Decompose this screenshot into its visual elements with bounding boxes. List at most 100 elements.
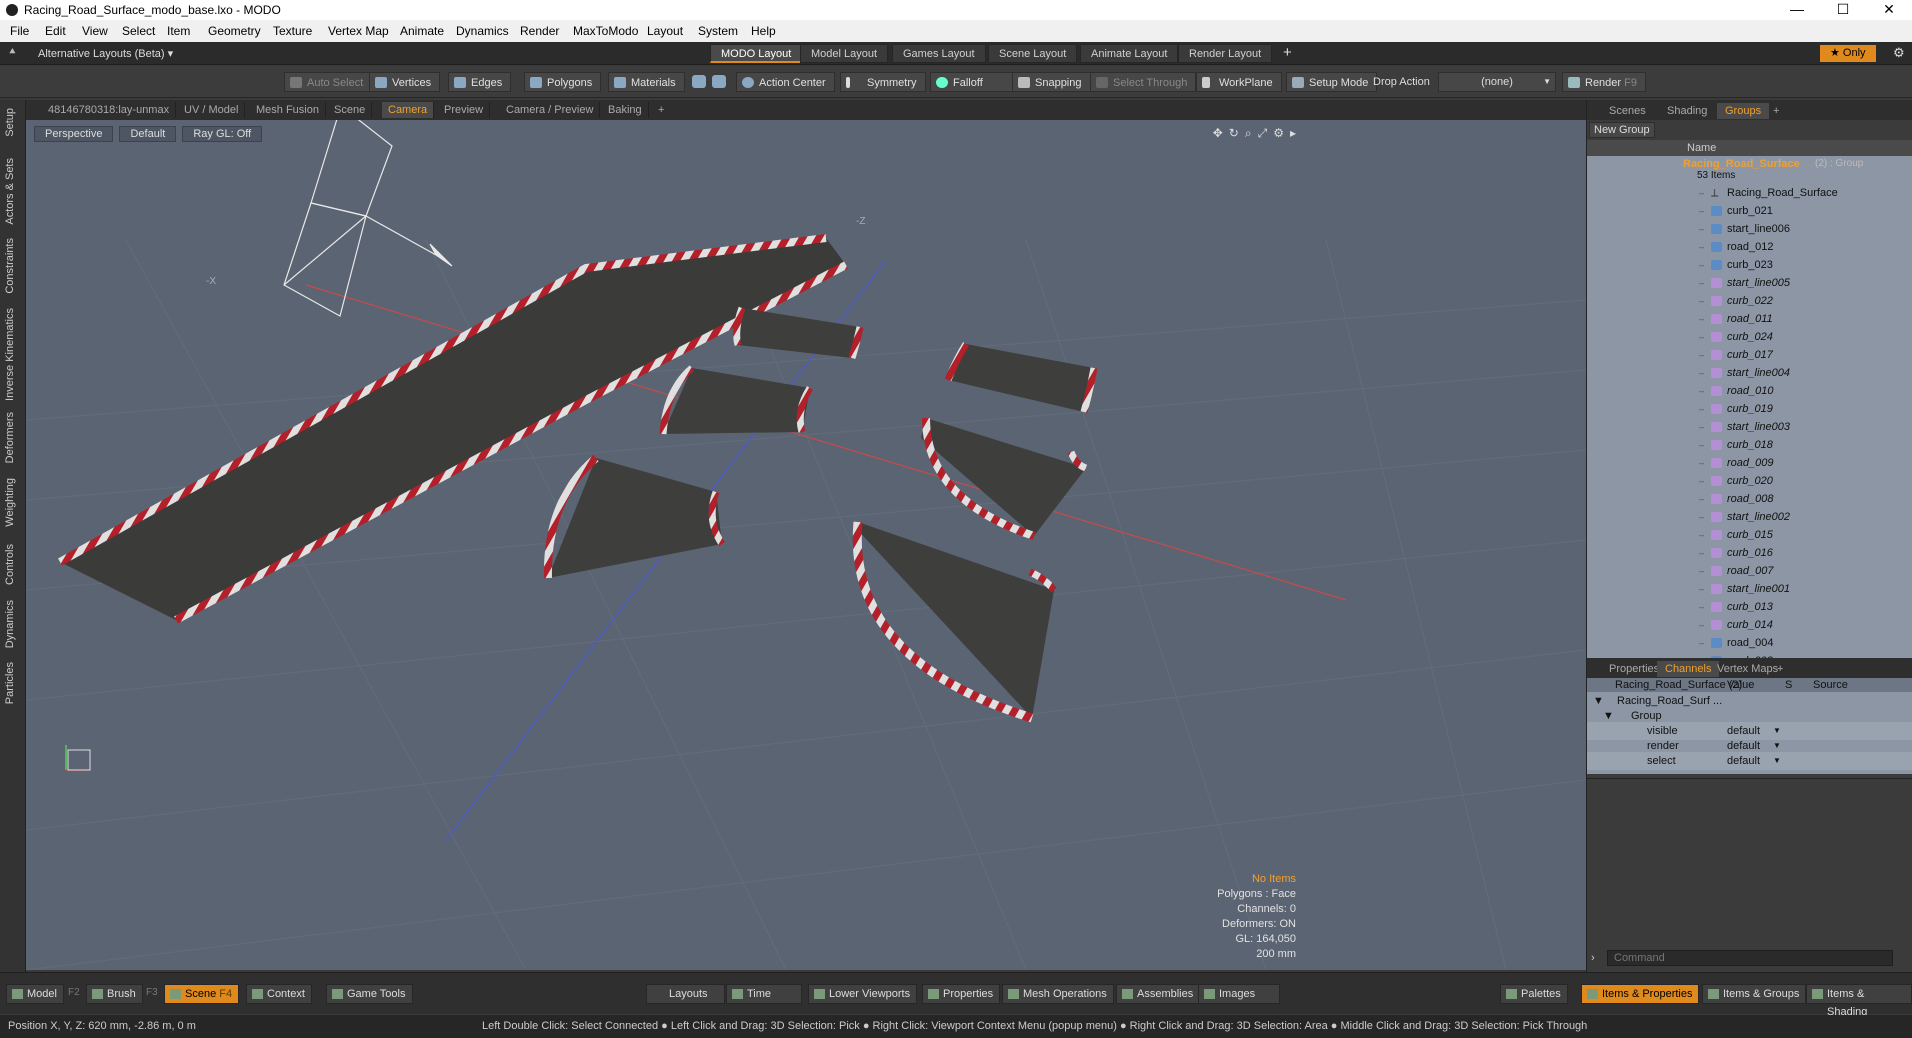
- group-item-row[interactable]: – road_010: [1587, 382, 1912, 400]
- items-shading-button[interactable]: Items & Shading: [1806, 984, 1912, 1018]
- tab-animate-layout[interactable]: Animate Layout: [1080, 44, 1179, 63]
- tab-uv-model[interactable]: UV / Model: [178, 102, 246, 118]
- tab-baking[interactable]: Baking: [602, 102, 649, 118]
- tab-camera-preview[interactable]: Camera / Preview: [500, 102, 601, 118]
- tab-scene[interactable]: Scene: [328, 102, 373, 118]
- drop-action-select[interactable]: (none) ▼: [1438, 72, 1556, 92]
- vtab-particles[interactable]: Particles: [4, 662, 22, 704]
- action-center-button[interactable]: Action Center: [736, 72, 835, 92]
- tab-layout-unmax[interactable]: 48146780318:lay-unmax: [42, 102, 177, 118]
- group-item-row[interactable]: – start_line005: [1587, 274, 1912, 292]
- render-button[interactable]: Render F9: [1562, 72, 1646, 92]
- view-menu-icon[interactable]: ▸: [1290, 126, 1296, 141]
- menu-view[interactable]: View: [82, 24, 108, 38]
- setup-mode-button[interactable]: Setup Mode: [1286, 72, 1378, 92]
- move-view-icon[interactable]: ✥: [1213, 126, 1223, 141]
- minimize-button[interactable]: —: [1774, 0, 1820, 20]
- 3d-viewport[interactable]: -Z -X Perspective Default Ray GL: Off ✥ …: [26, 120, 1586, 970]
- group-item-row[interactable]: – road_007: [1587, 562, 1912, 580]
- tab-shading[interactable]: Shading: [1659, 103, 1715, 119]
- images-button[interactable]: Images: [1198, 984, 1281, 1004]
- maximize-button[interactable]: ☐: [1820, 0, 1866, 20]
- add-tab-button[interactable]: +: [652, 102, 670, 118]
- group-item-row[interactable]: – curb_023: [1587, 256, 1912, 274]
- snapping-button[interactable]: Snapping: [1012, 72, 1091, 92]
- vtab-constraints[interactable]: Constraints: [4, 238, 22, 294]
- time-button[interactable]: Time: [726, 984, 803, 1004]
- workplane-button[interactable]: WorkPlane: [1196, 72, 1282, 92]
- add-prop-tab-button[interactable]: +: [1769, 661, 1791, 677]
- group-item-row[interactable]: – curb_022: [1587, 292, 1912, 310]
- tab-mesh-fusion[interactable]: Mesh Fusion: [250, 102, 326, 118]
- group-item-row[interactable]: – ⟂ Racing_Road_Surface: [1587, 184, 1912, 202]
- menu-maxtomodo[interactable]: MaxToModo: [573, 24, 638, 38]
- vertices-button[interactable]: Vertices: [369, 72, 441, 92]
- only-button[interactable]: ★ Only: [1820, 45, 1876, 62]
- menu-render[interactable]: Render: [520, 24, 559, 38]
- group-item-row[interactable]: – curb_014: [1587, 616, 1912, 634]
- channel-select-row[interactable]: select default ▼: [1587, 752, 1912, 770]
- mesh-operations-button[interactable]: Mesh Operations: [1002, 984, 1114, 1004]
- vtab-weighting[interactable]: Weighting: [4, 478, 22, 527]
- group-item-row[interactable]: – curb_019: [1587, 400, 1912, 418]
- group-item-row[interactable]: – start_line006: [1587, 220, 1912, 238]
- scene-button[interactable]: Scene F4: [164, 984, 240, 1004]
- new-group-button[interactable]: New Group: [1589, 122, 1655, 138]
- tab-render-layout[interactable]: Render Layout: [1178, 44, 1273, 63]
- vtab-inverse-kinematics[interactable]: Inverse Kinematics: [4, 308, 22, 401]
- vtab-deformers[interactable]: Deformers: [4, 412, 22, 463]
- group-item-row[interactable]: – road_008: [1587, 490, 1912, 508]
- tab-games-layout[interactable]: Games Layout: [892, 44, 986, 63]
- group-item-row[interactable]: – road_009: [1587, 454, 1912, 472]
- group-item-row[interactable]: – curb_015: [1587, 526, 1912, 544]
- auto-select-button[interactable]: Auto Select: [284, 72, 373, 92]
- item-mode-icon[interactable]: [712, 75, 726, 88]
- maximize-view-icon[interactable]: ⤢: [1258, 126, 1268, 141]
- group-item-row[interactable]: – curb_017: [1587, 346, 1912, 364]
- menu-animate[interactable]: Animate: [400, 24, 444, 38]
- assemblies-button[interactable]: Assemblies: [1116, 984, 1201, 1004]
- select-mode-icon[interactable]: [692, 75, 706, 88]
- menu-edit[interactable]: Edit: [45, 24, 66, 38]
- camera-gizmo[interactable]: [283, 120, 453, 317]
- group-item-row[interactable]: – curb_018: [1587, 436, 1912, 454]
- group-item-row[interactable]: – road_012: [1587, 238, 1912, 256]
- materials-button[interactable]: Materials: [608, 72, 685, 92]
- menu-system[interactable]: System: [698, 24, 738, 38]
- group-item-row[interactable]: – curb_024: [1587, 328, 1912, 346]
- rotate-view-icon[interactable]: ↻: [1229, 126, 1239, 141]
- properties-button[interactable]: Properties: [922, 984, 1001, 1004]
- chevron-down-icon[interactable]: ▼: [1773, 752, 1781, 770]
- close-button[interactable]: ✕: [1866, 0, 1912, 20]
- view-type-dropdown[interactable]: Perspective: [34, 126, 114, 142]
- tab-modo-layout[interactable]: MODO Layout: [710, 44, 803, 63]
- zoom-view-icon[interactable]: ⌕: [1245, 126, 1252, 141]
- layout-picker[interactable]: Alternative Layouts (Beta) ▾: [38, 47, 173, 60]
- tab-scene-layout[interactable]: Scene Layout: [988, 44, 1078, 63]
- items-groups-button[interactable]: Items & Groups: [1702, 984, 1807, 1004]
- model-button[interactable]: Model: [6, 984, 64, 1004]
- tab-preview[interactable]: Preview: [438, 102, 491, 118]
- brush-button[interactable]: Brush: [86, 984, 143, 1004]
- game-tools-button[interactable]: Game Tools: [326, 984, 413, 1004]
- menu-vertex-map[interactable]: Vertex Map: [328, 24, 389, 38]
- context-button[interactable]: Context: [246, 984, 312, 1004]
- palettes-button[interactable]: Palettes: [1500, 984, 1568, 1004]
- edges-button[interactable]: Edges: [448, 72, 512, 92]
- tab-model-layout[interactable]: Model Layout: [800, 44, 889, 63]
- vtab-setup[interactable]: Setup: [4, 108, 22, 137]
- gear-icon[interactable]: ⚙: [1893, 45, 1905, 61]
- symmetry-button[interactable]: Symmetry: [840, 72, 926, 92]
- group-item-row[interactable]: – road_011: [1587, 310, 1912, 328]
- view-settings-icon[interactable]: ⚙: [1273, 126, 1284, 141]
- menu-layout[interactable]: Layout: [647, 24, 683, 38]
- select-through-button[interactable]: Select Through: [1090, 72, 1197, 92]
- raygl-toggle[interactable]: Ray GL: Off: [182, 126, 263, 142]
- menu-file[interactable]: File: [10, 24, 29, 38]
- pin-icon[interactable]: ⯅: [8, 46, 17, 59]
- menu-item[interactable]: Item: [167, 24, 190, 38]
- vtab-dynamics[interactable]: Dynamics: [4, 600, 22, 648]
- shading-style-dropdown[interactable]: Default: [119, 126, 177, 142]
- vtab-actors-sets[interactable]: Actors & Sets: [4, 158, 22, 225]
- menu-help[interactable]: Help: [751, 24, 776, 38]
